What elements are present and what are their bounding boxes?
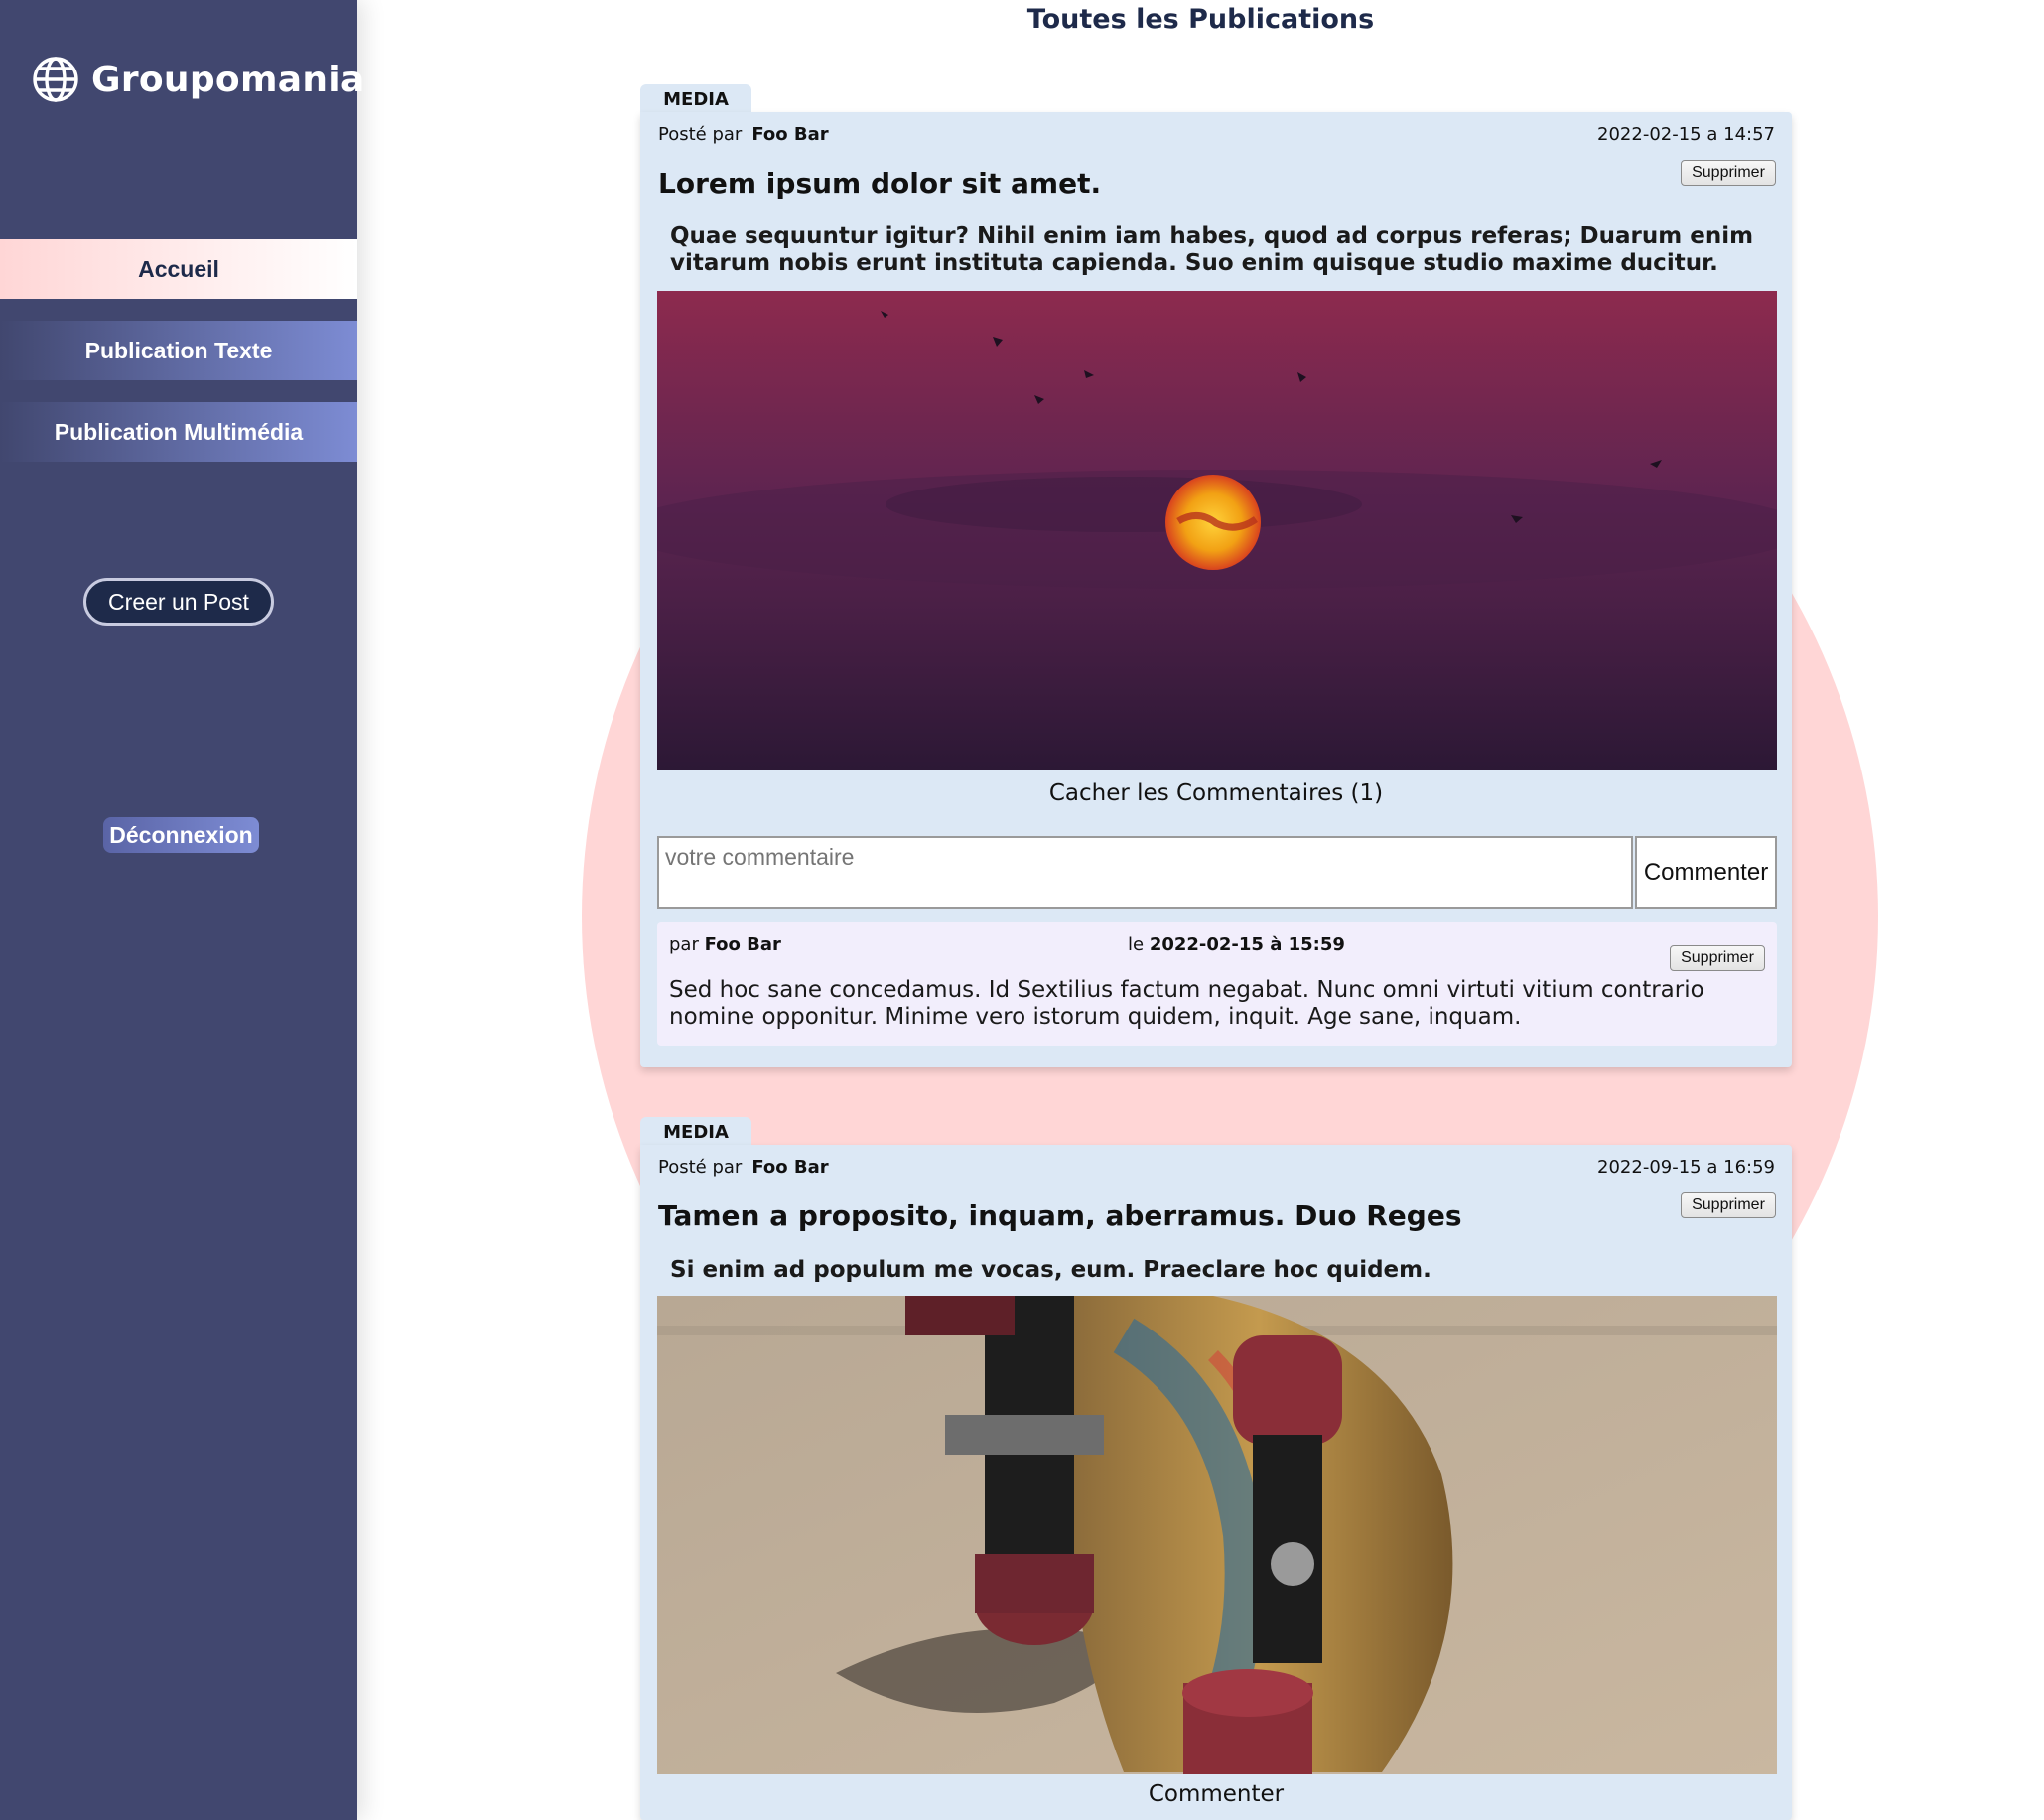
delete-comment-button[interactable]: Supprimer	[1670, 945, 1765, 971]
comment-date-value: 2022-02-15 à 15:59	[1149, 934, 1345, 955]
toggle-comments-link[interactable]: Cacher les Commentaires (1)	[640, 780, 1792, 806]
post-author[interactable]: Foo Bar	[751, 124, 828, 145]
nav-item-publication-multimedia[interactable]: Publication Multimédia	[0, 402, 357, 462]
post-type-tab: MEDIA	[640, 1117, 751, 1148]
post-body: Quae sequuntur igitur? Nihil enim iam ha…	[670, 223, 1754, 276]
delete-post-button[interactable]: Supprimer	[1681, 1192, 1776, 1218]
posted-by-label: Posté par	[658, 1157, 743, 1178]
post-date: 2022-02-15 a 14:57	[1597, 124, 1775, 145]
brand-name: Groupomania	[91, 59, 365, 100]
nav-item-accueil[interactable]: Accueil	[0, 239, 357, 299]
post-card: MEDIA Posté par Foo Bar 2022-02-15 a 14:5…	[640, 84, 1792, 1072]
comment-author-name[interactable]: Foo Bar	[705, 934, 781, 955]
globe-icon	[32, 56, 79, 103]
post-meta: Posté par Foo Bar	[658, 124, 829, 145]
comment-text: Sed hoc sane concedamus. Id Sextilius fa…	[669, 977, 1704, 1030]
post-image-sunset[interactable]	[657, 291, 1777, 770]
comment-input[interactable]	[657, 836, 1633, 909]
post-card-body: Posté par Foo Bar 2022-02-15 a 14:57 Supp…	[640, 112, 1792, 1067]
nav-item-publication-texte[interactable]: Publication Texte	[0, 321, 357, 380]
comment-date-prefix: le	[1128, 934, 1145, 955]
post-title: Lorem ipsum dolor sit amet.	[658, 167, 1102, 200]
post-card: MEDIA Posté par Foo Bar 2022-09-15 a 16:5…	[640, 1117, 1792, 1820]
comment-by-label: par	[669, 934, 699, 955]
submit-comment-button[interactable]: Commenter	[1635, 836, 1777, 909]
comment-item: par Foo Bar le 2022-02-15 à 15:59 Suppri…	[657, 922, 1777, 1046]
post-type-tab: MEDIA	[640, 84, 751, 115]
logout-button[interactable]: Déconnexion	[103, 817, 259, 853]
post-meta: Posté par Foo Bar	[658, 1157, 829, 1178]
sidebar: Groupomania Accueil Publication Texte Pu…	[0, 0, 364, 1820]
delete-post-button[interactable]: Supprimer	[1681, 160, 1776, 186]
post-author[interactable]: Foo Bar	[751, 1157, 828, 1178]
posted-by-label: Posté par	[658, 124, 743, 145]
post-body: Si enim ad populum me vocas, eum. Praecl…	[670, 1257, 1431, 1283]
post-title: Tamen a proposito, inquam, aberramus. Du…	[658, 1199, 1462, 1232]
post-date: 2022-09-15 a 16:59	[1597, 1157, 1775, 1178]
post-image-skateboard[interactable]	[657, 1296, 1777, 1774]
comment-author: par Foo Bar	[669, 934, 781, 955]
create-post-button[interactable]: Creer un Post	[83, 578, 274, 626]
post-card-body: Posté par Foo Bar 2022-09-15 a 16:59 Supp…	[640, 1145, 1792, 1820]
comment-date: le 2022-02-15 à 15:59	[1128, 934, 1345, 955]
page-title: Toutes les Publications	[1026, 4, 1375, 35]
comment-link[interactable]: Commenter	[640, 1781, 1792, 1807]
brand-logo[interactable]: Groupomania	[32, 54, 365, 105]
